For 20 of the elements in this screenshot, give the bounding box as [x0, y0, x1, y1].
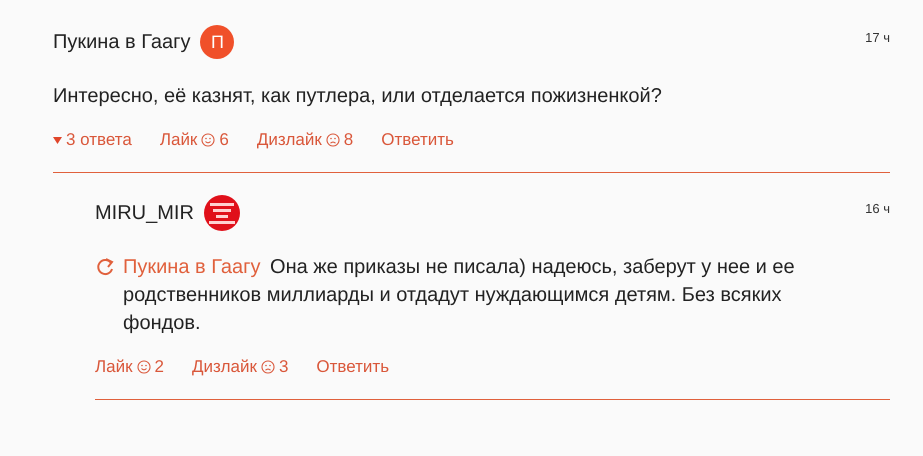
dislike-button[interactable]: Дизлайк 3	[192, 357, 288, 377]
smiley-icon	[201, 133, 216, 147]
author-name: Пукина в Гаагу	[53, 30, 190, 54]
like-button[interactable]: Лайк 6	[160, 130, 229, 150]
timestamp: 17 ч	[865, 29, 890, 45]
reply-button[interactable]: Ответить	[316, 357, 390, 377]
reply-arrow-icon	[95, 257, 115, 277]
smiley-icon	[136, 360, 151, 374]
avatar: П	[200, 25, 234, 59]
sad-face-icon	[260, 360, 275, 374]
sad-face-icon	[326, 133, 340, 147]
comment-text: Интересно, её казнят, как путлера, или отделается пожизненкой?	[53, 84, 663, 109]
replies-toggle[interactable]: 3 ответа	[53, 130, 132, 150]
like-button[interactable]: Лайк 2	[95, 357, 164, 377]
author-name: MIRU_MIR	[95, 202, 194, 224]
reply-to-link[interactable]: Пукина в Гаагу	[123, 256, 260, 278]
dislike-button[interactable]: Дизлайк 8	[256, 130, 354, 150]
timestamp: 16 ч	[865, 200, 890, 216]
reply-button[interactable]: Ответить	[381, 130, 454, 150]
comment-text: Пукина в Гаагу Она же приказы не писала) надеюсь, заберут у нее и ее родственников миллиарды и отдадут нуждающимся детям. Без всяких фондов.	[123, 255, 796, 336]
